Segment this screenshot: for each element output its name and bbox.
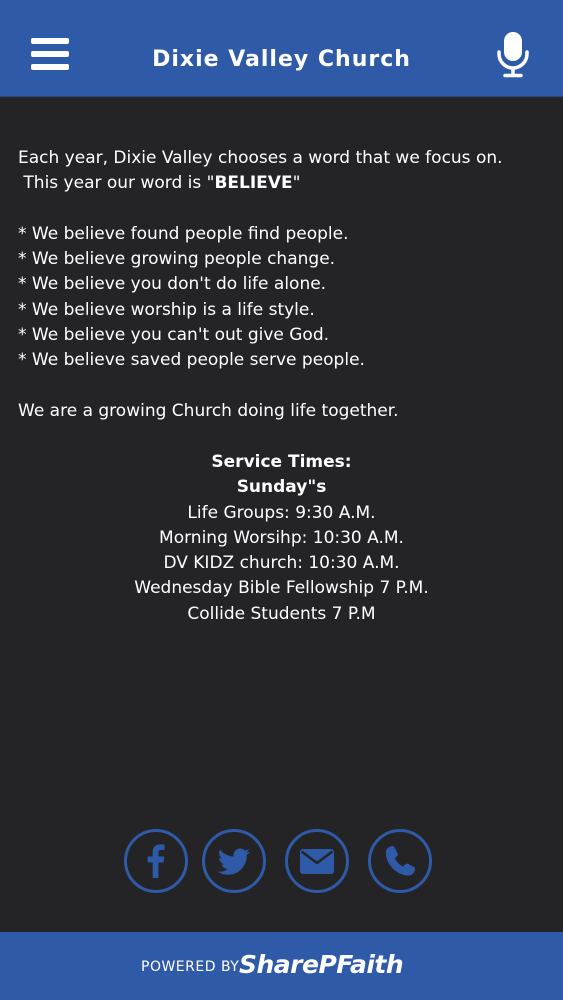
app-screen: Dixie Valley Church Each year, Dixie Val…: [0, 0, 563, 1000]
main-content: Each year, Dixie Valley chooses a word t…: [18, 146, 548, 424]
powered-by-label: POWERED BY: [141, 959, 240, 975]
intro-word-line: This year our word is "BELIEVE": [18, 171, 548, 196]
facebook-button[interactable]: [124, 829, 188, 893]
twitter-button[interactable]: [202, 829, 266, 893]
service-item: Life Groups: 9:30 A.M.: [187, 502, 376, 523]
belief-item: * We believe worship is a life style.: [18, 299, 315, 320]
intro-line: Each year, Dixie Valley chooses a word t…: [18, 148, 503, 168]
phone-button[interactable]: [368, 829, 432, 893]
service-times: Service Times: Sunday"s Life Groups: 9:3…: [0, 450, 563, 627]
service-item: Wednesday Bible Fellowship 7 P.M.: [134, 578, 429, 599]
phone-icon: [385, 846, 416, 876]
email-icon: [300, 849, 334, 874]
app-footer: POWERED BY SharePFaith: [0, 932, 563, 1000]
intro-word: BELIEVE: [214, 173, 293, 194]
service-item: DV KIDZ church: 10:30 A.M.: [163, 553, 400, 574]
belief-item: * We believe you can't out give God.: [18, 325, 330, 346]
belief-item: * We believe growing people change.: [18, 249, 336, 270]
belief-item: * We believe found people find people.: [18, 223, 349, 244]
service-item: Collide Students 7 P.M: [187, 603, 376, 624]
facebook-icon: [147, 844, 165, 878]
email-button[interactable]: [285, 829, 349, 893]
service-heading: Service Times:: [211, 452, 352, 472]
service-item: Morning Worsihp: 10:30 A.M.: [159, 527, 404, 548]
closing-line: We are a growing Church doing life toget…: [18, 400, 399, 421]
menu-bar: [31, 38, 69, 44]
app-header: Dixie Valley Church: [0, 0, 563, 97]
sharefaith-logo[interactable]: SharePFaith: [239, 948, 404, 982]
intro-suffix: ": [292, 173, 301, 194]
page-title: Dixie Valley Church: [152, 47, 411, 72]
social-links: [0, 829, 563, 897]
belief-item: * We believe you don't do life alone.: [18, 274, 327, 295]
belief-item: * We believe saved people serve people.: [18, 350, 365, 371]
intro-prefix: This year our word is ": [18, 173, 215, 194]
microphone-icon[interactable]: [496, 32, 530, 78]
service-day: Sunday"s: [236, 477, 327, 498]
twitter-icon: [217, 848, 250, 875]
